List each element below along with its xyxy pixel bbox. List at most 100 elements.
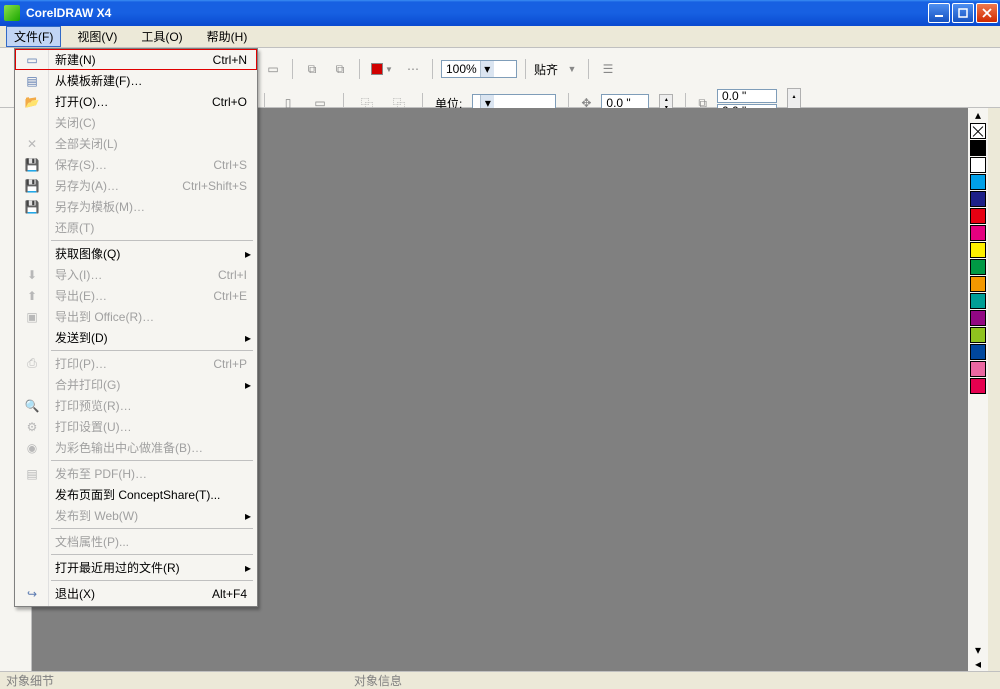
menu-item[interactable]: 工具(O) — [133, 26, 190, 47]
menu-separator — [51, 460, 253, 461]
menu-item-label: 打印(P)… — [55, 355, 213, 372]
menu-item-label: 获取图像(Q) — [55, 245, 247, 262]
fill-color-picker[interactable]: ▼ — [368, 58, 396, 80]
menu-item-label: 另存为模板(M)… — [55, 198, 247, 215]
toolbar-icon[interactable]: ⧉ — [301, 58, 323, 80]
color-palette: ▴ ▾ ◂ — [968, 108, 988, 671]
menu-item[interactable]: 发送到(D)▸ — [15, 327, 257, 348]
menu-item: ⎙打印(P)…Ctrl+P — [15, 353, 257, 374]
menu-item: 💾保存(S)…Ctrl+S — [15, 154, 257, 175]
menu-item[interactable]: 打开最近用过的文件(R)▸ — [15, 557, 257, 578]
menu-item[interactable]: 视图(V) — [69, 26, 125, 47]
color-swatch[interactable] — [970, 191, 986, 207]
menu-item: ⚙打印设置(U)… — [15, 416, 257, 437]
palette-down-icon[interactable]: ▾ — [970, 643, 986, 657]
savetpl-icon: 💾 — [23, 199, 41, 215]
menu-shortcut: Ctrl+Shift+S — [182, 179, 247, 193]
menu-item: 合并打印(G)▸ — [15, 374, 257, 395]
close-button[interactable] — [976, 3, 998, 23]
vertical-scrollbar[interactable] — [988, 108, 1000, 671]
menu-separator — [51, 580, 253, 581]
menu-item: 发布到 Web(W)▸ — [15, 505, 257, 526]
menu-item-label: 保存(S)… — [55, 156, 213, 173]
menu-item-label: 另存为(A)… — [55, 177, 182, 194]
exit-icon: ↪ — [23, 586, 41, 602]
color-swatch[interactable] — [970, 310, 986, 326]
menu-item: 💾另存为(A)…Ctrl+Shift+S — [15, 175, 257, 196]
menu-item[interactable]: ▭新建(N)Ctrl+N — [15, 49, 257, 70]
color-swatch[interactable] — [970, 276, 986, 292]
snap-dropdown[interactable]: ▼ — [564, 58, 580, 80]
separator — [359, 59, 360, 79]
color-swatch[interactable] — [970, 293, 986, 309]
color-swatch[interactable] — [970, 157, 986, 173]
menu-shortcut: Alt+F4 — [212, 587, 247, 601]
print-icon: ⎙ — [23, 356, 41, 372]
menu-item-label: 打开(O)… — [55, 93, 212, 110]
status-left: 对象细节 — [6, 672, 54, 689]
menu-item-label: 新建(N) — [55, 51, 213, 68]
minimize-button[interactable] — [928, 3, 950, 23]
submenu-arrow-icon: ▸ — [245, 561, 251, 575]
menu-item-label: 为彩色输出中心做准备(B)… — [55, 439, 247, 456]
menu-item[interactable]: 帮助(H) — [199, 26, 256, 47]
open-icon: 📂 — [23, 94, 41, 110]
zoom-combo[interactable]: 100%▾ — [441, 60, 517, 78]
app-title: CorelDRAW X4 — [26, 6, 928, 20]
color-swatch[interactable] — [970, 327, 986, 343]
menu-item[interactable]: 发布页面到 ConceptShare(T)... — [15, 484, 257, 505]
options-icon[interactable]: ⋯ — [402, 58, 424, 80]
preview-icon: 🔍 — [23, 398, 41, 414]
menu-item-label: 从模板新建(F)… — [55, 72, 247, 89]
template-icon: ▤ — [23, 73, 41, 89]
color-swatch[interactable] — [970, 174, 986, 190]
status-right: 对象信息 — [354, 672, 402, 689]
menu-item[interactable]: 📂 打开(O)…Ctrl+O — [15, 91, 257, 112]
titlebar: CorelDRAW X4 — [0, 0, 1000, 26]
color-swatch[interactable] — [970, 225, 986, 241]
color-swatch[interactable] — [970, 208, 986, 224]
pdf-icon: ▤ — [23, 466, 41, 482]
menubar: 文件(F) 视图(V) 工具(O) 帮助(H) — [0, 26, 1000, 48]
menu-item: ◉ 为彩色输出中心做准备(B)… — [15, 437, 257, 458]
separator — [525, 59, 526, 79]
color-swatch[interactable] — [970, 259, 986, 275]
statusbar: 对象细节 对象信息 — [0, 671, 1000, 689]
menu-item[interactable]: 获取图像(Q)▸ — [15, 243, 257, 264]
prepress-icon: ◉ — [23, 440, 41, 456]
separator — [292, 59, 293, 79]
menu-item[interactable]: 文件(F) — [6, 26, 61, 47]
dup-x-field[interactable]: 0.0 " — [717, 89, 777, 103]
maximize-button[interactable] — [952, 3, 974, 23]
toolbar-icon[interactable]: ▭ — [262, 58, 284, 80]
window-buttons — [928, 3, 998, 23]
toolbar-icon[interactable]: ☰ — [597, 58, 619, 80]
menu-item[interactable]: ▤ 从模板新建(F)… — [15, 70, 257, 91]
menu-item-label: 发送到(D) — [55, 329, 247, 346]
palette-up-icon[interactable]: ▴ — [970, 108, 986, 122]
printsetup-icon: ⚙ — [23, 419, 41, 435]
palette-flyout-icon[interactable]: ◂ — [970, 657, 986, 671]
menu-item-label: 导入(I)… — [55, 266, 218, 283]
menu-item: ⬇ 导入(I)…Ctrl+I — [15, 264, 257, 285]
menu-shortcut: Ctrl+E — [213, 289, 247, 303]
import-icon: ⬇ — [23, 267, 41, 283]
no-color-swatch[interactable] — [970, 123, 986, 139]
color-swatch[interactable] — [970, 242, 986, 258]
color-swatch[interactable] — [970, 140, 986, 156]
menu-item-label: 导出到 Office(R)… — [55, 308, 247, 325]
menu-shortcut: Ctrl+I — [218, 268, 247, 282]
color-swatch[interactable] — [970, 361, 986, 377]
menu-shortcut: Ctrl+O — [212, 95, 247, 109]
menu-item-label: 全部关闭(L) — [55, 135, 247, 152]
toolbar-icon[interactable]: ⧉ — [329, 58, 351, 80]
save-icon: 💾 — [23, 157, 41, 173]
menu-item: 🔍 打印预览(R)… — [15, 395, 257, 416]
menu-item: ✕全部关闭(L) — [15, 133, 257, 154]
export-icon: ⬆ — [23, 288, 41, 304]
menu-item[interactable]: ↪退出(X)Alt+F4 — [15, 583, 257, 604]
submenu-arrow-icon: ▸ — [245, 509, 251, 523]
color-swatch[interactable] — [970, 378, 986, 394]
menu-item-label: 打印预览(R)… — [55, 397, 247, 414]
color-swatch[interactable] — [970, 344, 986, 360]
